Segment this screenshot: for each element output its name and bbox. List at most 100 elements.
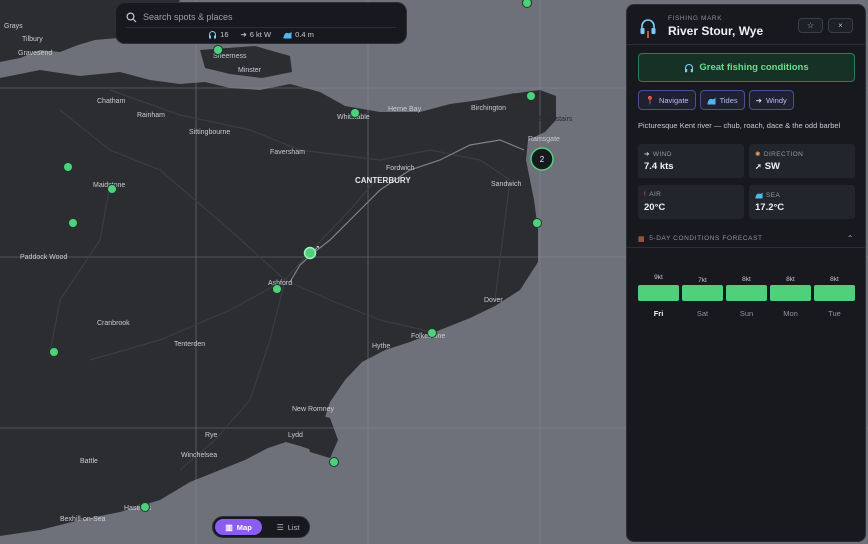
place-label: Faversham xyxy=(270,149,305,156)
place-label: Hythe xyxy=(372,343,390,350)
air-label: AIR xyxy=(649,191,662,198)
wind-value: 6 kt W xyxy=(249,30,272,39)
forecast-day-label: Fri xyxy=(653,309,664,318)
list-icon: ☰ xyxy=(276,522,284,532)
forecast-wind: 9kt xyxy=(654,274,663,281)
spots-count: 16 xyxy=(220,30,229,39)
spot-marker[interactable] xyxy=(329,457,339,467)
place-label: Cranbrook xyxy=(97,320,130,327)
chevron-up-icon: ⌃ xyxy=(846,234,854,243)
headphones-icon xyxy=(640,19,656,38)
place-label: Chatham xyxy=(97,98,126,105)
place-label: Bexhill-on-Sea xyxy=(60,516,106,523)
list-view-label: List xyxy=(287,522,300,532)
wind-icon: ➔ xyxy=(644,151,650,158)
place-label: Gravesend xyxy=(18,50,52,57)
place-label: Rye xyxy=(205,432,218,439)
sea-tile: SEA 17.2°C xyxy=(749,185,855,219)
divider xyxy=(126,27,396,28)
place-label: CANTERBURY xyxy=(355,176,411,185)
spot-marker[interactable] xyxy=(68,218,78,228)
app-root: Grays Tilbury Gravesend Minster Sheerness Cha… xyxy=(0,0,868,544)
wave-value: 0.4 m xyxy=(295,30,314,39)
wave-icon xyxy=(707,97,716,104)
close-button[interactable]: × xyxy=(828,18,853,33)
spot-detail-panel: FISHING MARK River Stour, Wye ☆ × Great … xyxy=(626,4,866,542)
direction-value: SW xyxy=(764,161,781,172)
forecast-bar xyxy=(770,285,811,301)
windy-label: Windy xyxy=(765,95,787,105)
place-label: Grays xyxy=(4,23,23,30)
spot-marker[interactable] xyxy=(49,347,59,357)
thermometer-icon: ! xyxy=(644,191,647,198)
direction-arrow-icon: ➚ xyxy=(755,162,762,171)
spot-type-label: FISHING MARK xyxy=(668,15,723,22)
forecast-wind: 8kt xyxy=(742,276,751,283)
cluster-marker[interactable]: 2 xyxy=(530,147,554,171)
place-label: Ramsgate xyxy=(528,136,560,143)
spot-marker[interactable] xyxy=(526,91,536,101)
place-label: New Romney xyxy=(292,406,335,413)
search-input[interactable] xyxy=(143,12,383,22)
wind-arrow-icon: ➚ xyxy=(314,245,320,252)
wave-icon xyxy=(283,31,292,39)
map-view-label: Map xyxy=(236,522,252,532)
forecast-bar xyxy=(726,285,767,301)
wind-label: WIND xyxy=(652,150,672,158)
calendar-icon: ▦ xyxy=(638,235,646,243)
spot-marker[interactable] xyxy=(213,45,223,55)
forecast-wind: 7kt xyxy=(698,277,707,284)
place-label: Lydd xyxy=(288,432,303,439)
sea-value: 17.2°C xyxy=(755,202,785,213)
wave-icon xyxy=(755,192,763,199)
place-label: Herne Bay xyxy=(388,106,422,113)
sea-label: SEA xyxy=(766,191,781,199)
place-label: Minster xyxy=(238,67,262,74)
conditions-banner[interactable]: Great fishing conditions xyxy=(638,53,855,82)
place-label: Winchelsea xyxy=(181,452,217,459)
wind-stat: ➔ 6 kt W xyxy=(241,30,272,39)
action-buttons: 📍 Navigate Tides ➔ Windy xyxy=(638,90,794,110)
place-label: Tenterden xyxy=(174,341,205,348)
spot-marker[interactable] xyxy=(140,502,150,512)
forecast-bar xyxy=(638,285,679,301)
forecast-day-label: Sun xyxy=(739,309,754,318)
tides-button[interactable]: Tides xyxy=(699,90,745,110)
spot-marker[interactable] xyxy=(522,0,532,8)
navigate-button[interactable]: 📍 Navigate xyxy=(638,90,696,110)
place-label: Sittingbourne xyxy=(189,129,230,136)
air-value: 20°C xyxy=(644,202,666,213)
direction-label: DIRECTION xyxy=(763,150,804,158)
spot-marker[interactable] xyxy=(272,284,282,294)
wind-icon: ➔ xyxy=(755,95,762,105)
windy-button[interactable]: ➔ Windy xyxy=(748,90,794,110)
forecast-bar xyxy=(682,285,723,301)
divider xyxy=(627,44,865,45)
headphones-icon xyxy=(209,31,217,39)
map-view-button[interactable]: ▥ Map xyxy=(215,519,262,535)
favorite-button[interactable]: ☆ xyxy=(798,18,823,33)
forecast-day-label: Sat xyxy=(696,309,709,318)
spot-marker[interactable] xyxy=(63,162,73,172)
place-label: Battle xyxy=(80,458,98,465)
forecast-header[interactable]: ▦ 5-DAY CONDITIONS FORECAST ⌃ xyxy=(638,234,854,243)
close-icon: × xyxy=(838,21,843,30)
place-label: Dover xyxy=(484,297,503,304)
list-view-button[interactable]: ☰ List xyxy=(267,519,309,535)
place-label: Broadstairs xyxy=(537,116,573,123)
spot-marker[interactable] xyxy=(107,184,117,194)
spot-marker[interactable] xyxy=(532,218,542,228)
arrow-right-icon: ➔ xyxy=(240,30,247,39)
spots-stat: 16 xyxy=(208,30,229,39)
cluster-count: 2 xyxy=(540,155,545,164)
place-label: Birchington xyxy=(471,105,506,112)
wind-tile: ➔ WIND 7.4 kts xyxy=(638,144,744,178)
conditions-text: Great fishing conditions xyxy=(699,62,809,73)
place-label: Paddock Wood xyxy=(20,254,67,261)
stats-row: 16 ➔ 6 kt W 0.4 m xyxy=(116,30,406,39)
spot-marker[interactable] xyxy=(427,328,437,338)
forecast-wind: 8kt xyxy=(786,276,795,283)
wind-value: 7.4 kts xyxy=(644,161,674,172)
spot-marker[interactable] xyxy=(350,108,360,118)
compass-icon: ✺ xyxy=(755,151,761,158)
